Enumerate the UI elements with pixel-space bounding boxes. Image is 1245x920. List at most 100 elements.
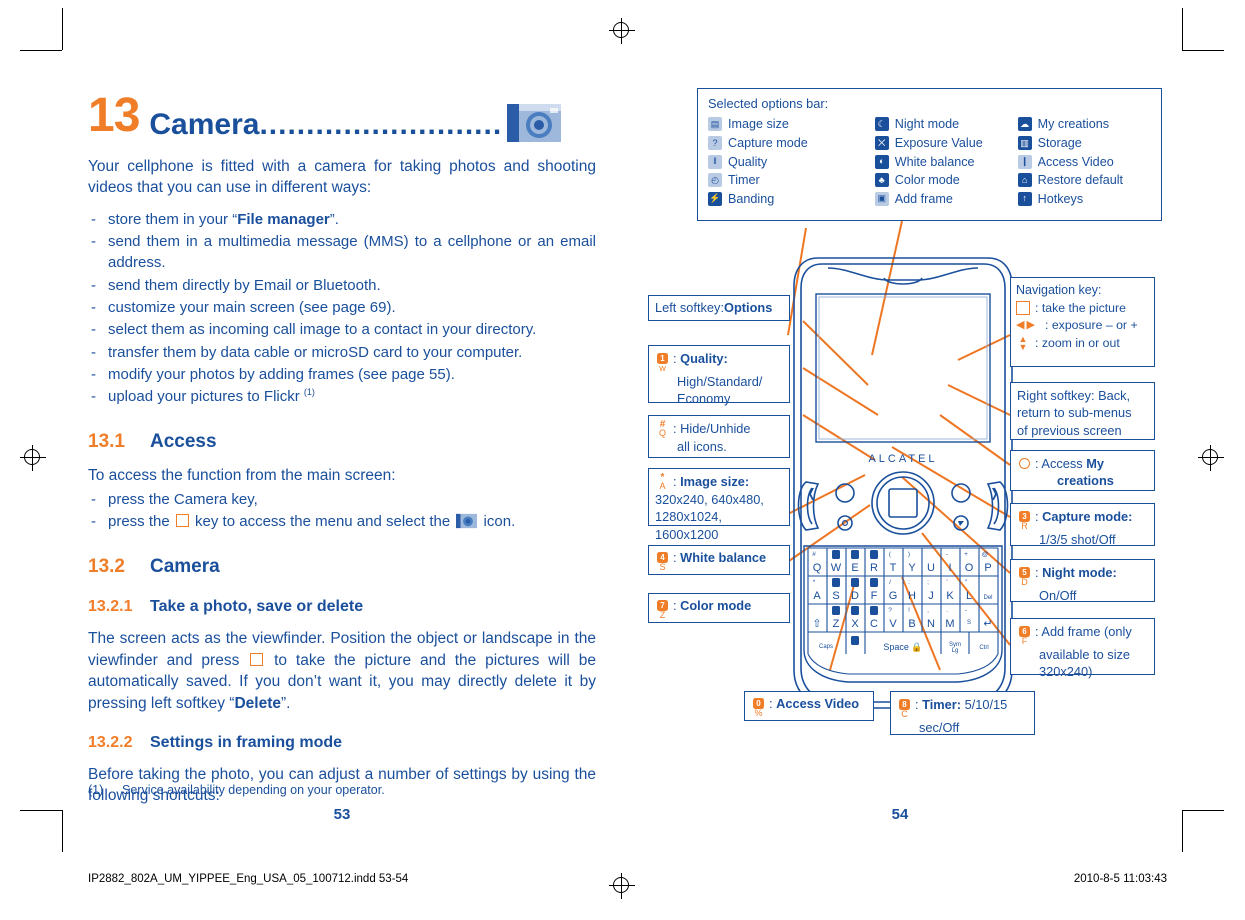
option-image-size[interactable]: ▤ Image size (708, 116, 875, 132)
list-item: select them as incoming call image to a … (88, 319, 596, 341)
page-number-right: 54 (891, 806, 909, 823)
section-title: Settings in framing mode (150, 733, 343, 751)
callout-text: : take the picture (1035, 300, 1126, 315)
option-capture-mode[interactable]: ? Capture mode (708, 135, 875, 151)
callout-color-mode: 7 Z : Color mode (648, 593, 790, 623)
section-title: Access (150, 431, 217, 453)
footnote-marker: (1) (88, 783, 104, 797)
svg-text:#: # (812, 551, 816, 558)
callout-text: : Add frame (only (1035, 624, 1132, 639)
section-number: 13.2.1 (88, 598, 133, 616)
callout-line: available to size (1039, 647, 1131, 662)
svg-text:G: G (889, 590, 898, 602)
option-night-mode[interactable]: ☾ Night mode (874, 116, 1018, 132)
callout-line: Economy (677, 391, 731, 407)
svg-text:T: T (890, 562, 897, 574)
ok-key-icon (1016, 301, 1030, 316)
callout-text: : zoom in or out (1035, 336, 1120, 351)
callout-hide-unhide: # Q : Hide/Unhide all icons. (648, 415, 790, 458)
options-column-3: ☁ My creations ▥ Storage ❙ Access Video ⌂ Re… (1017, 116, 1151, 207)
option-my-creations[interactable]: ☁ My creations (1017, 116, 1151, 132)
timer-icon: ◴ (708, 173, 722, 188)
svg-text:Ctrl: Ctrl (979, 645, 988, 651)
key-8-icon: 8 C (897, 696, 912, 719)
svg-text:N: N (927, 618, 935, 630)
svg-text:!: ! (908, 607, 910, 614)
crop-mark-br-h (1182, 810, 1224, 811)
list-item: transfer them by data cable or microSD c… (88, 342, 596, 364)
my-creations-icon: ☁ (1017, 117, 1032, 132)
svg-text:-: - (965, 607, 967, 614)
option-access-video[interactable]: ❙ Access Video (1017, 154, 1151, 170)
option-banding[interactable]: ⚡ Banding (708, 191, 875, 207)
svg-text:Z: Z (833, 618, 840, 630)
key-1-icon: 1 w (655, 350, 670, 373)
key-6-icon: 6 F (1017, 623, 1032, 646)
callout-text: : White balance (673, 549, 767, 565)
option-quality[interactable]: ‖ Quality (708, 154, 875, 170)
crop-mark-tl-h (20, 50, 62, 51)
list-item: send them directly by Email or Bluetooth… (88, 275, 596, 297)
section-number: 13.1 (88, 431, 125, 453)
svg-text:W: W (831, 562, 842, 574)
crop-mark-tr-v (1182, 8, 1183, 50)
add-frame-icon: ▣ (874, 191, 889, 206)
callout-line: 1/3/5 shot/Off (1039, 532, 1116, 547)
callout-text: : Night mode: (1035, 565, 1117, 580)
callout-line: creations (1057, 473, 1114, 489)
option-label: Color mode (894, 173, 960, 188)
capture-mode-icon: ? (708, 136, 722, 151)
option-white-balance[interactable]: ◐ White balance (874, 154, 1018, 170)
list-item: customize your main screen (see page 69)… (88, 297, 596, 319)
registration-mark-bottom (609, 873, 635, 899)
options-column-2: ☾ Night mode ⨉ Exposure Value ◐ White balan… (874, 116, 1018, 207)
option-add-frame[interactable]: ▣ Add frame (874, 191, 1018, 207)
selected-options-bar: Selected options bar: ▤ Image size ? Captu… (697, 88, 1162, 221)
svg-text:(: ( (889, 551, 892, 558)
color-mode-icon: ♣ (874, 173, 889, 188)
list-item: upload your pictures to Flickr (1) (88, 386, 596, 408)
registration-mark-right (1198, 445, 1224, 471)
callout-line: 1280x1024, 1600x1200 (655, 509, 722, 542)
banding-icon: ⚡ (708, 191, 722, 206)
ok-key-icon (250, 652, 264, 666)
callout-text: : Timer: 5/10/15 (915, 697, 1008, 712)
chapter-heading: 13 Camera .......................... (88, 92, 596, 142)
registration-mark-top (609, 18, 635, 44)
callout-title: Navigation key: (1016, 283, 1102, 297)
image-size-icon: ▤ (708, 117, 722, 132)
option-label: White balance (894, 154, 975, 169)
callout-image-size: * A : Image size: 320x240, 640x480, 1280… (648, 468, 790, 542)
key-0-icon: 0 % (753, 697, 764, 718)
option-hotkeys[interactable]: ↑ Hotkeys (1017, 191, 1151, 207)
callout-text: : Color mode (673, 597, 752, 613)
storage-icon: ▥ (1017, 136, 1032, 151)
svg-text:L: L (966, 590, 972, 602)
callout-line: sec/Off (919, 720, 960, 735)
callout-text: : Capture mode: (1035, 509, 1133, 524)
crop-mark-tl-v (62, 8, 63, 50)
option-restore-default[interactable]: ⌂ Restore default (1017, 172, 1151, 188)
callout-text: : Access Video (769, 695, 860, 711)
option-color-mode[interactable]: ♣ Color mode (874, 172, 1018, 188)
option-storage[interactable]: ▥ Storage (1017, 135, 1151, 151)
callout-right-softkey: Right softkey: Back, return to sub-menus… (1010, 382, 1155, 440)
svg-text:A: A (813, 590, 821, 602)
callout-line: High/Standard/ (677, 374, 763, 389)
callout-line: On/Off (1039, 588, 1077, 603)
key-hash-icon: # Q (658, 419, 666, 438)
option-exposure-value[interactable]: ⨉ Exposure Value (874, 135, 1018, 151)
svg-text:K: K (946, 590, 954, 602)
option-timer[interactable]: ◴ Timer (708, 172, 875, 188)
option-label: Image size (728, 117, 789, 132)
svg-text:V: V (889, 618, 897, 630)
crop-mark-tr-h (1182, 50, 1224, 51)
svg-text:P: P (984, 562, 991, 574)
footer-timestamp: 2010-8-5 11:03:43 (1073, 873, 1167, 885)
svg-text:S: S (967, 620, 971, 626)
page-number-left: 53 (333, 806, 351, 823)
svg-text:H: H (908, 590, 916, 602)
svg-text:O: O (965, 562, 974, 574)
callout-text: : Hide/Unhide (673, 421, 751, 436)
camera-icon-inline (456, 513, 478, 529)
